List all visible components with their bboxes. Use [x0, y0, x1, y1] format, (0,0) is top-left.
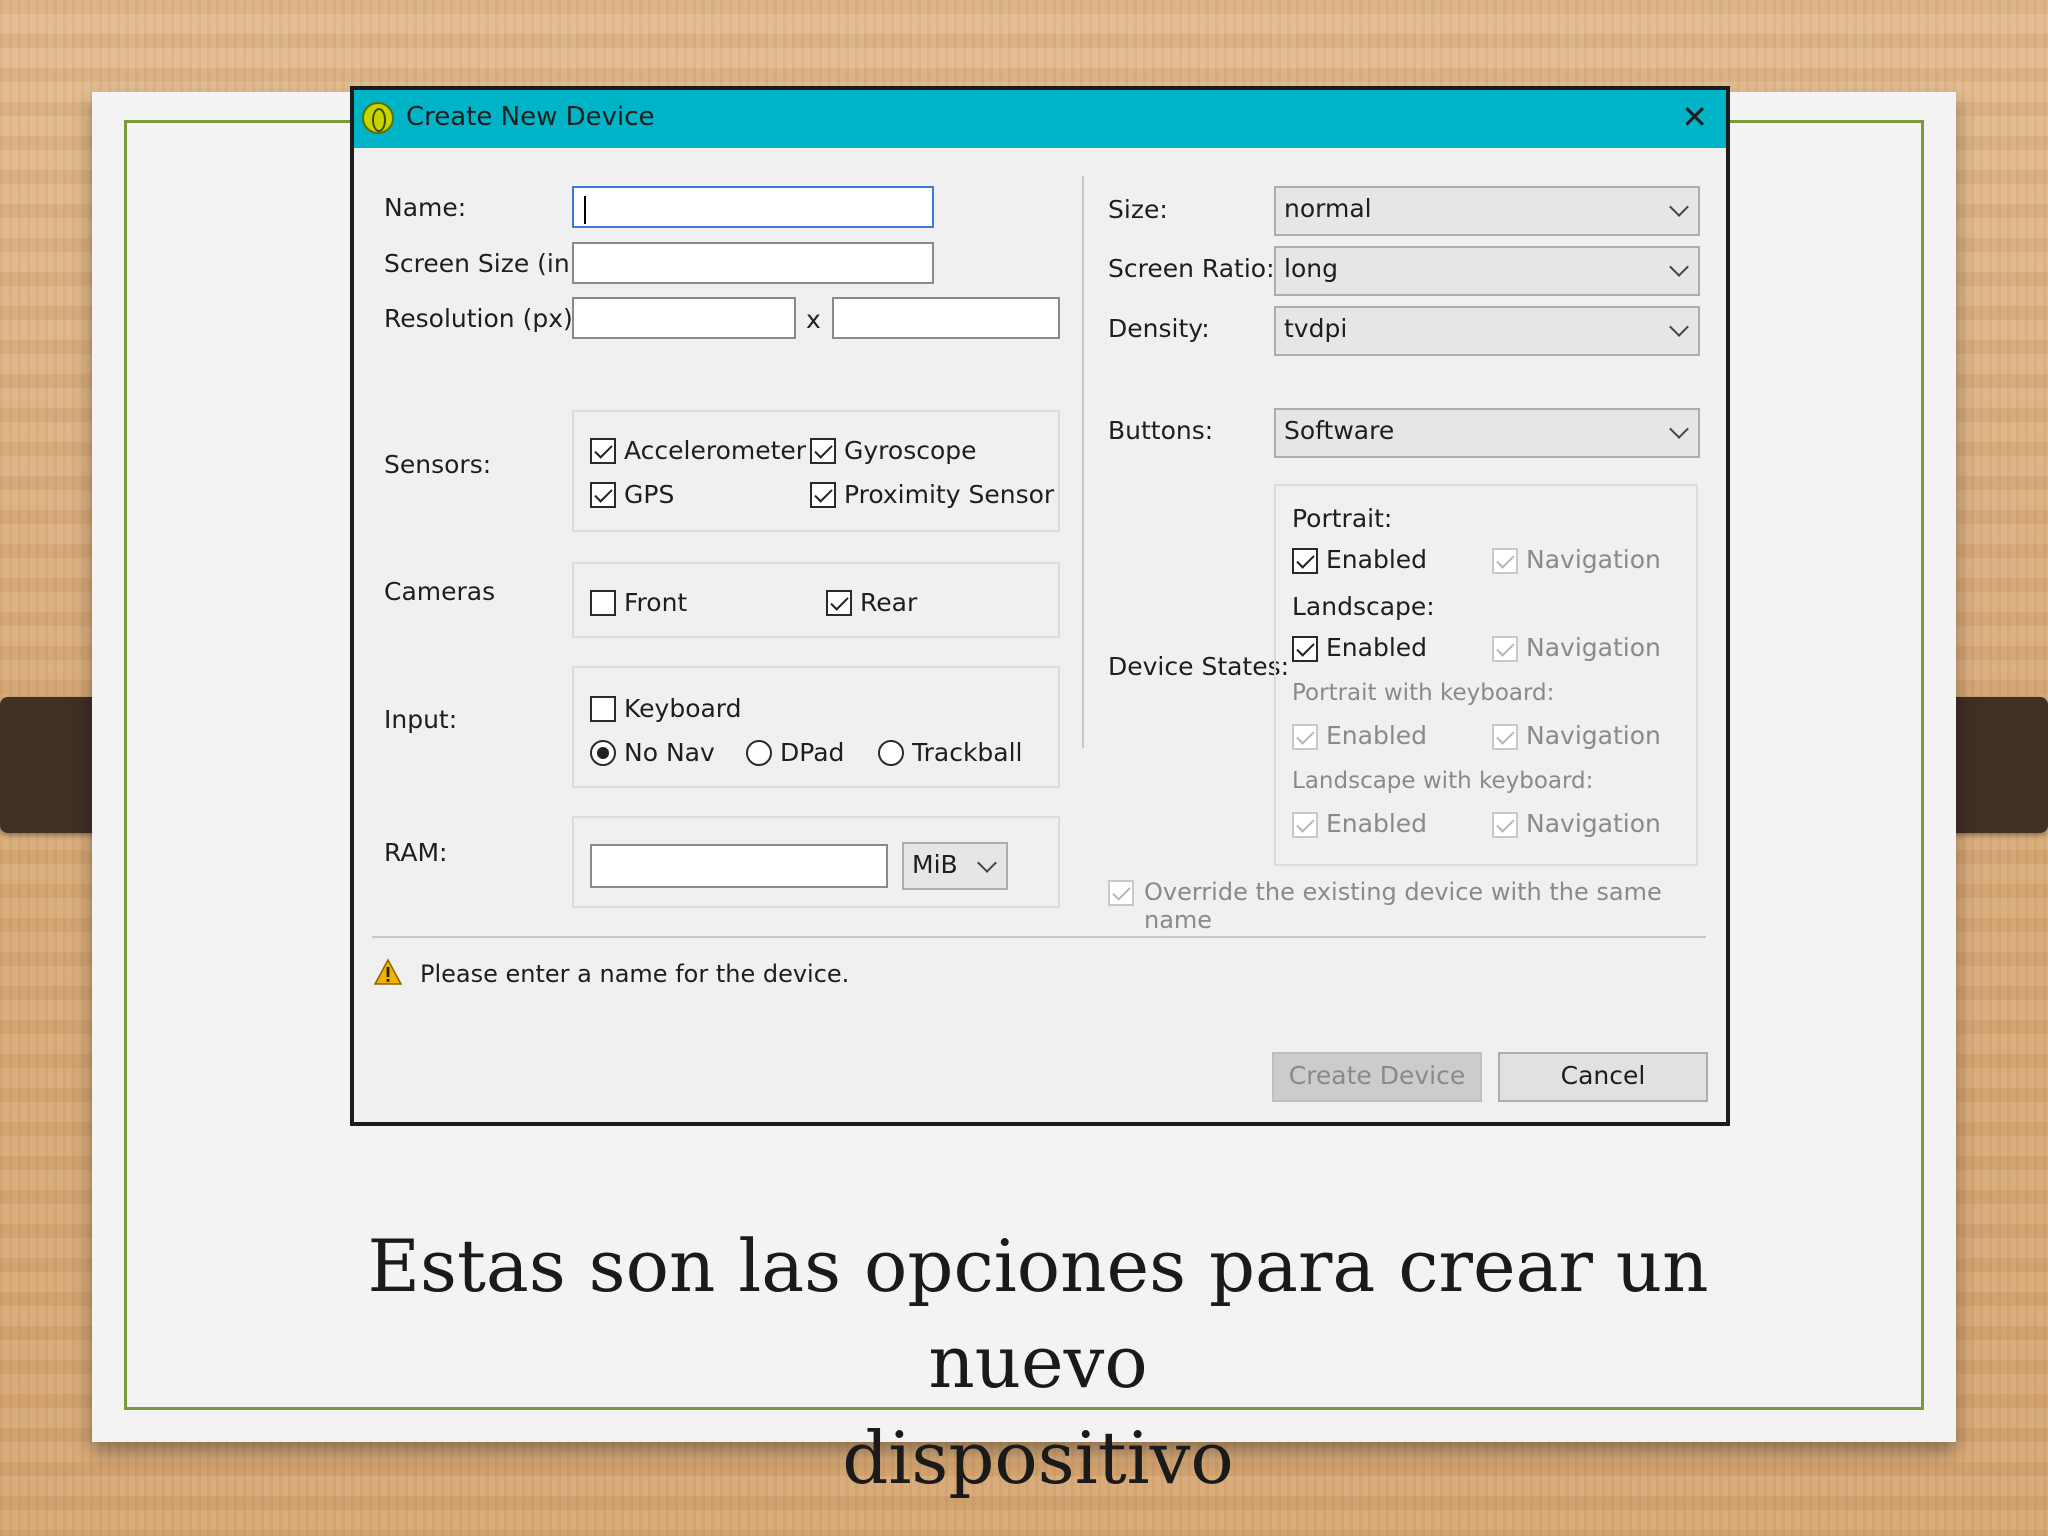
ram-unit-value: MiB [912, 850, 958, 879]
accelerometer-checkbox[interactable] [590, 438, 616, 464]
chevron-down-icon [1669, 317, 1689, 337]
landscape-keyboard-navigation-label: Navigation [1526, 809, 1661, 838]
resolution-height-input[interactable] [832, 297, 1060, 339]
size-value: normal [1284, 194, 1372, 223]
cameras-group: Front Rear [572, 562, 1060, 638]
density-label: Density: [1108, 314, 1210, 343]
trackball-radio[interactable] [878, 740, 904, 766]
portrait-keyboard-enabled-checkbox[interactable] [1292, 724, 1318, 750]
gyroscope-checkbox[interactable] [810, 438, 836, 464]
no-nav-label: No Nav [624, 738, 715, 767]
screen-size-input[interactable] [572, 242, 934, 284]
ram-label: RAM: [384, 838, 448, 867]
screen-size-label: Screen Size (in): [384, 249, 588, 278]
proximity-sensor-label: Proximity Sensor [844, 480, 1055, 509]
buttons-value: Software [1284, 416, 1395, 445]
landscape-enabled-label: Enabled [1326, 633, 1428, 662]
portrait-enabled-label: Enabled [1326, 545, 1428, 574]
create-device-dialog: Create New Device ✕ Name: Screen Size (i… [350, 86, 1730, 1126]
ram-unit-select[interactable]: MiB [902, 842, 1008, 890]
ram-group: MiB [572, 816, 1060, 908]
slide-caption: Estas son las opciones para crear un nue… [300, 1218, 1776, 1506]
front-camera-label: Front [624, 588, 688, 617]
input-group: Keyboard No Nav DPad Trackball [572, 666, 1060, 788]
keyboard-checkbox[interactable] [590, 696, 616, 722]
landscape-keyboard-label: Landscape with keyboard: [1292, 768, 1594, 794]
landscape-keyboard-enabled-label: Enabled [1326, 809, 1428, 838]
dialog-titlebar: Create New Device ✕ [354, 90, 1726, 148]
landscape-navigation-checkbox[interactable] [1492, 636, 1518, 662]
dialog-title: Create New Device [406, 102, 655, 132]
buttons-select[interactable]: Software [1274, 408, 1700, 458]
close-icon[interactable]: ✕ [1681, 99, 1708, 135]
create-device-button[interactable]: Create Device [1272, 1052, 1482, 1102]
name-label: Name: [384, 193, 467, 222]
footer-divider [372, 936, 1706, 938]
density-value: tvdpi [1284, 314, 1348, 343]
android-app-icon [362, 102, 394, 134]
landscape-enabled-checkbox[interactable] [1292, 636, 1318, 662]
trackball-label: Trackball [912, 738, 1023, 767]
landscape-navigation-label: Navigation [1526, 633, 1661, 662]
accelerometer-label: Accelerometer [624, 436, 807, 465]
landscape-keyboard-enabled-checkbox[interactable] [1292, 812, 1318, 838]
portrait-label: Portrait: [1292, 504, 1393, 533]
rear-camera-label: Rear [860, 588, 918, 617]
portrait-keyboard-navigation-checkbox[interactable] [1492, 724, 1518, 750]
caption-line-1: Estas son las opciones para crear un nue… [367, 1224, 1709, 1404]
sensors-group: Accelerometer Gyroscope GPS Proximity Se… [572, 410, 1060, 532]
override-label: Override the existing device with the sa… [1144, 878, 1662, 934]
text-caret [584, 196, 586, 224]
chevron-down-icon [977, 853, 997, 873]
portrait-enabled-checkbox[interactable] [1292, 548, 1318, 574]
screen-ratio-value: long [1284, 254, 1338, 283]
size-label: Size: [1108, 195, 1168, 224]
resolution-label: Resolution (px): [384, 304, 582, 333]
input-label: Input: [384, 705, 458, 734]
portrait-navigation-label: Navigation [1526, 545, 1661, 574]
warning-message: Please enter a name for the device. [420, 960, 850, 988]
dpad-label: DPad [780, 738, 845, 767]
portrait-keyboard-enabled-label: Enabled [1326, 721, 1428, 750]
warning-icon [374, 958, 402, 985]
rear-camera-checkbox[interactable] [826, 590, 852, 616]
cancel-button[interactable]: Cancel [1498, 1052, 1708, 1102]
sensors-label: Sensors: [384, 450, 492, 479]
chevron-down-icon [1669, 419, 1689, 439]
keyboard-label: Keyboard [624, 694, 742, 723]
portrait-keyboard-navigation-label: Navigation [1526, 721, 1661, 750]
screen-ratio-label: Screen Ratio: [1108, 254, 1275, 283]
dpad-radio[interactable] [746, 740, 772, 766]
override-checkbox[interactable] [1108, 880, 1134, 906]
portrait-keyboard-label: Portrait with keyboard: [1292, 680, 1555, 706]
gps-checkbox[interactable] [590, 482, 616, 508]
column-divider [1082, 176, 1084, 748]
landscape-label: Landscape: [1292, 592, 1435, 621]
buttons-label: Buttons: [1108, 416, 1214, 445]
caption-line-2: dispositivo [842, 1416, 1234, 1500]
gyroscope-label: Gyroscope [844, 436, 977, 465]
resolution-width-input[interactable] [572, 297, 796, 339]
no-nav-radio[interactable] [590, 740, 616, 766]
device-states-group: Portrait: Enabled Navigation Landscape: … [1274, 484, 1698, 866]
portrait-navigation-checkbox[interactable] [1492, 548, 1518, 574]
resolution-x-label: x [806, 305, 821, 334]
size-select[interactable]: normal [1274, 186, 1700, 236]
gps-label: GPS [624, 480, 675, 509]
name-input[interactable] [572, 186, 934, 228]
landscape-keyboard-navigation-checkbox[interactable] [1492, 812, 1518, 838]
ram-input[interactable] [590, 844, 888, 888]
proximity-sensor-checkbox[interactable] [810, 482, 836, 508]
chevron-down-icon [1669, 197, 1689, 217]
chevron-down-icon [1669, 257, 1689, 277]
density-select[interactable]: tvdpi [1274, 306, 1700, 356]
cameras-label: Cameras [384, 577, 496, 606]
screen-ratio-select[interactable]: long [1274, 246, 1700, 296]
front-camera-checkbox[interactable] [590, 590, 616, 616]
device-states-label: Device States: [1108, 652, 1290, 681]
